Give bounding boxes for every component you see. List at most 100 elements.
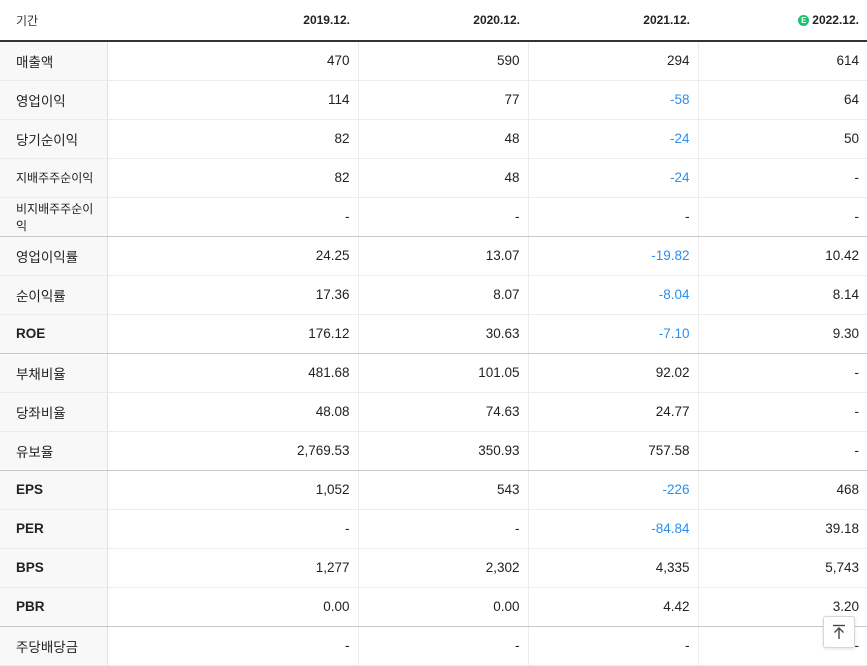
table-row-net-income: 당기순이익 82 48 -24 50: [0, 119, 867, 159]
row-label: 유보율: [0, 431, 108, 471]
row-label: 주당배당금: [0, 626, 108, 666]
table-cell: 481.68: [107, 353, 359, 393]
table-cell: 48: [358, 119, 529, 159]
arrow-up-to-line-icon: [833, 624, 845, 639]
period-header-2019: 2019.12.: [107, 0, 358, 42]
table-cell: -: [107, 197, 359, 237]
table-cell: 77: [358, 80, 529, 120]
row-label: EPS: [0, 470, 108, 510]
table-cell: 10.42: [698, 236, 867, 276]
table-cell: 2,769.53: [107, 431, 359, 471]
table-cell: 757.58: [528, 431, 699, 471]
row-label: PER: [0, 509, 108, 549]
table-cell: -: [107, 509, 359, 549]
period-header-2021: 2021.12.: [528, 0, 698, 42]
table-cell: 24.77: [528, 392, 699, 432]
table-cell: -: [698, 197, 867, 237]
table-row-net-margin: 순이익률 17.36 8.07 -8.04 8.14: [0, 275, 867, 315]
table-cell: -: [698, 353, 867, 393]
table-cell: -: [698, 158, 867, 198]
row-label: 비지배주주순이익: [0, 197, 108, 237]
table-cell: -: [528, 626, 699, 666]
table-cell: 468: [698, 470, 867, 510]
table-cell: 294: [528, 41, 699, 81]
table-cell: 64: [698, 80, 867, 120]
table-cell: -84.84: [528, 509, 699, 549]
table-cell: 9.30: [698, 314, 867, 354]
table-row-debt-ratio: 부채비율 481.68 101.05 92.02 -: [0, 353, 867, 393]
row-label: 당좌비율: [0, 392, 108, 432]
row-label: PBR: [0, 587, 108, 627]
table-cell: 0.00: [107, 587, 359, 627]
table-row-per: PER - - -84.84 39.18: [0, 509, 867, 549]
table-row-reserve-ratio: 유보율 2,769.53 350.93 757.58 -: [0, 431, 867, 471]
table-cell: 48.08: [107, 392, 359, 432]
table-cell: -226: [528, 470, 699, 510]
table-row-roe: ROE 176.12 30.63 -7.10 9.30: [0, 314, 867, 354]
estimate-badge-icon: E: [798, 15, 810, 26]
table-cell: 8.14: [698, 275, 867, 315]
financial-summary-table: 기간 2019.12. 2020.12. 2021.12. E 2022.12. …: [0, 0, 867, 666]
table-row-pbr: PBR 0.00 0.00 4.42 3.20: [0, 587, 867, 627]
table-cell: -58: [528, 80, 699, 120]
table-row-dividend-per-share: 주당배당금 - - - -: [0, 626, 867, 666]
table-cell: -: [107, 626, 359, 666]
table-cell: 8.07: [358, 275, 529, 315]
row-label: 부채비율: [0, 353, 108, 393]
table-cell: 2,302: [358, 548, 529, 588]
table-cell: 4.42: [528, 587, 699, 627]
table-row-quick-ratio: 당좌비율 48.08 74.63 24.77 -: [0, 392, 867, 432]
table-cell: 82: [107, 119, 359, 159]
table-cell: -: [698, 431, 867, 471]
table-cell: 470: [107, 41, 359, 81]
table-cell: -7.10: [528, 314, 699, 354]
table-cell: 39.18: [698, 509, 867, 549]
table-cell: -: [528, 197, 699, 237]
table-cell: 17.36: [107, 275, 359, 315]
table-cell: 50: [698, 119, 867, 159]
scroll-to-top-button[interactable]: [823, 616, 855, 648]
period-header-label: 기간: [0, 0, 107, 42]
table-cell: 1,052: [107, 470, 359, 510]
table-cell: 5,743: [698, 548, 867, 588]
table-cell: -19.82: [528, 236, 699, 276]
table-row-bps: BPS 1,277 2,302 4,335 5,743: [0, 548, 867, 588]
table-cell: 176.12: [107, 314, 359, 354]
period-header-2020: 2020.12.: [358, 0, 528, 42]
table-cell: 114: [107, 80, 359, 120]
table-cell: 82: [107, 158, 359, 198]
table-cell: 48: [358, 158, 529, 198]
table-cell: -24: [528, 119, 699, 159]
period-header-2022-label: 2022.12.: [812, 13, 859, 27]
row-label: 영업이익: [0, 80, 108, 120]
table-row-revenue: 매출액 470 590 294 614: [0, 41, 867, 81]
table-header-row: 기간 2019.12. 2020.12. 2021.12. E 2022.12.: [0, 0, 867, 42]
table-cell: 543: [358, 470, 529, 510]
row-label: BPS: [0, 548, 108, 588]
table-cell: -: [358, 509, 529, 549]
table-cell: 13.07: [358, 236, 529, 276]
table-cell: 614: [698, 41, 867, 81]
table-row-operating-margin: 영업이익률 24.25 13.07 -19.82 10.42: [0, 236, 867, 276]
table-cell: -: [358, 626, 529, 666]
period-header-2022-estimate: E 2022.12.: [698, 0, 867, 42]
row-label: ROE: [0, 314, 108, 354]
table-cell: 0.00: [358, 587, 529, 627]
table-cell: 92.02: [528, 353, 699, 393]
table-cell: 4,335: [528, 548, 699, 588]
row-label: 지배주주순이익: [0, 158, 108, 198]
table-row-noncontrolling-net-income: 비지배주주순이익 - - - -: [0, 197, 867, 237]
row-label: 매출액: [0, 41, 108, 81]
table-cell: -: [698, 392, 867, 432]
table-cell: -: [358, 197, 529, 237]
table-cell: 30.63: [358, 314, 529, 354]
table-cell: 101.05: [358, 353, 529, 393]
table-cell: 590: [358, 41, 529, 81]
table-cell: 24.25: [107, 236, 359, 276]
row-label: 순이익률: [0, 275, 108, 315]
table-row-eps: EPS 1,052 543 -226 468: [0, 470, 867, 510]
row-label: 당기순이익: [0, 119, 108, 159]
table-cell: 74.63: [358, 392, 529, 432]
row-label: 영업이익률: [0, 236, 108, 276]
table-cell: 350.93: [358, 431, 529, 471]
